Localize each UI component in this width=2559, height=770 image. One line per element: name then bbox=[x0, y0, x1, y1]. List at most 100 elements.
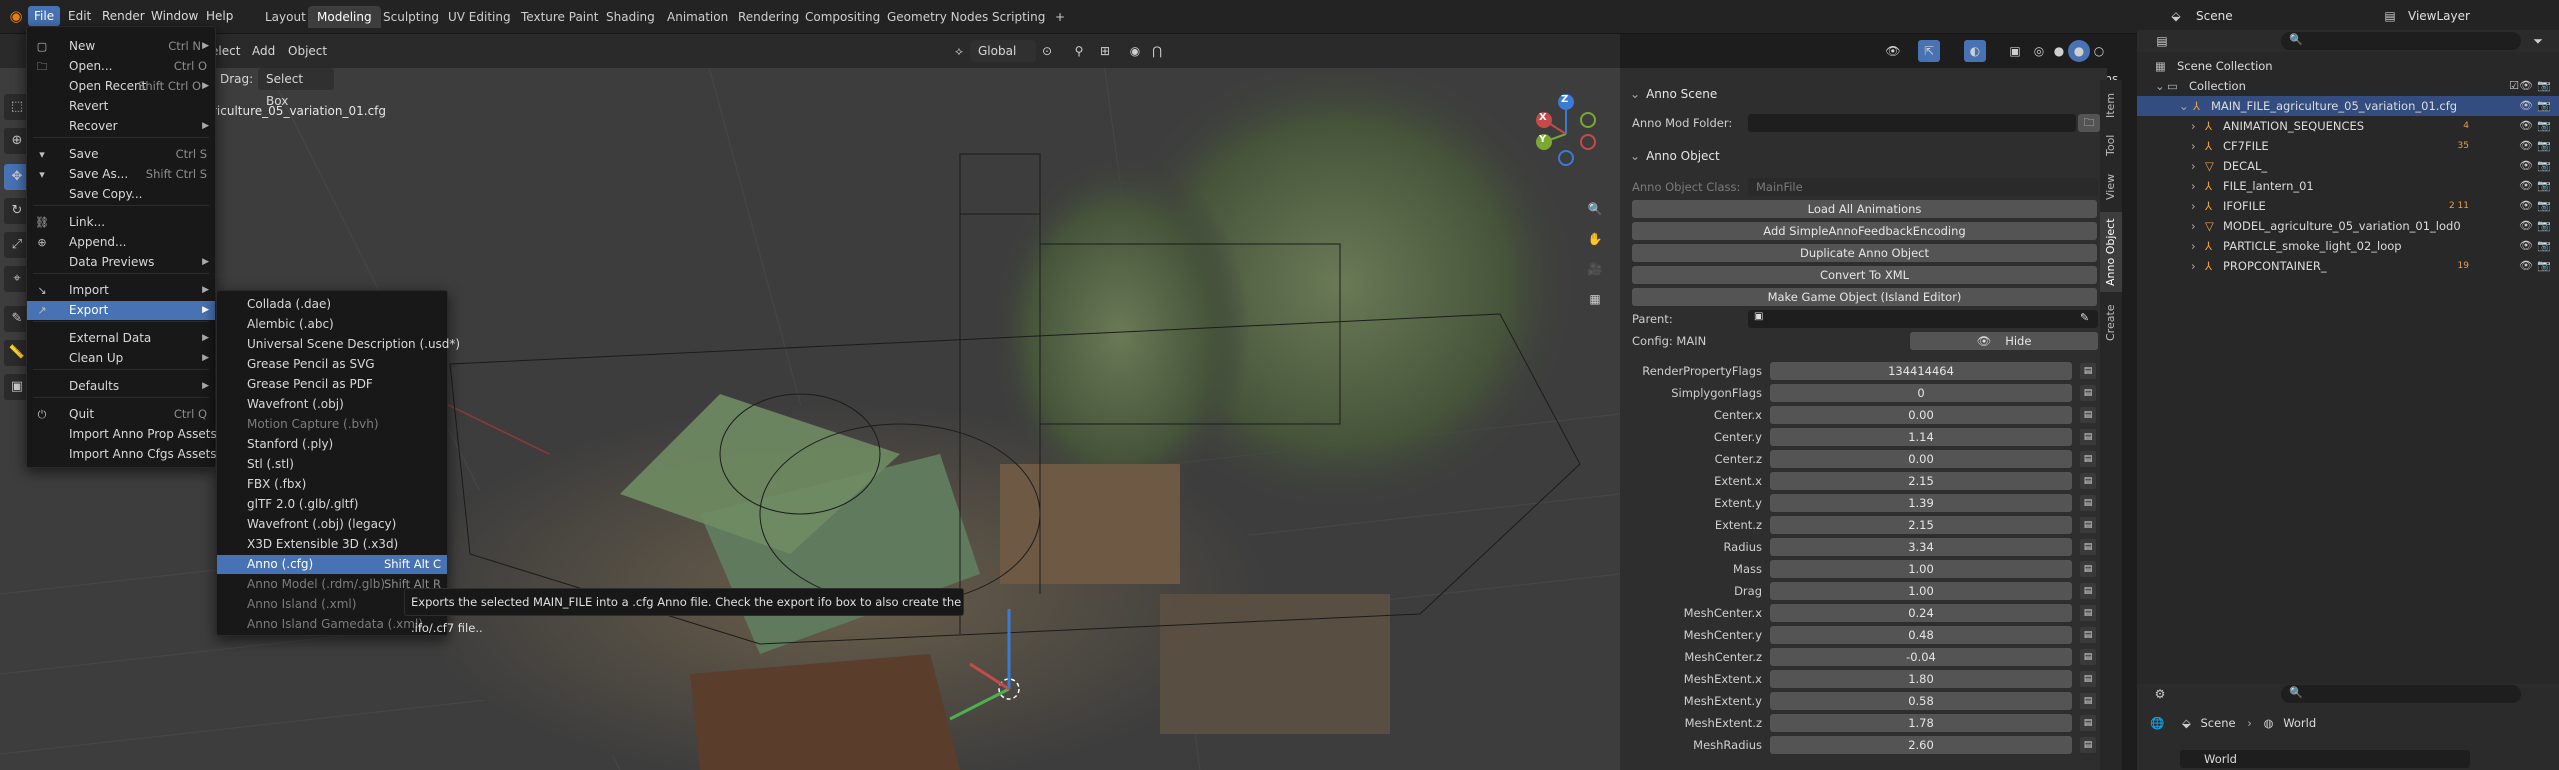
tab-view[interactable]: View bbox=[2100, 170, 2122, 204]
expand-chevron-icon[interactable]: › bbox=[2191, 136, 2196, 156]
export-menu-item-x3d-extensible-3d-x3d[interactable]: X3D Extensible 3D (.x3d) bbox=[217, 535, 447, 554]
expand-chevron-icon[interactable]: › bbox=[2191, 196, 2196, 216]
property-edit-icon[interactable]: ▤ bbox=[2080, 715, 2096, 731]
export-menu-item-stanford-ply[interactable]: Stanford (.ply) bbox=[217, 435, 447, 454]
parent-field[interactable] bbox=[1748, 310, 2098, 328]
tab-geometry-nodes[interactable]: Geometry Nodes bbox=[878, 6, 997, 28]
add-workspace-button[interactable]: + bbox=[1046, 6, 1074, 28]
property-value-field[interactable]: 1.00 bbox=[1770, 560, 2072, 578]
property-edit-icon[interactable]: ▤ bbox=[2080, 561, 2096, 577]
filter-icon[interactable]: ⏷ bbox=[2527, 30, 2549, 52]
scene-icon[interactable]: ⬙ bbox=[2164, 6, 2188, 26]
property-edit-icon[interactable]: ▤ bbox=[2080, 517, 2096, 533]
area-divider[interactable] bbox=[2122, 34, 2137, 770]
export-menu-item-alembic-abc[interactable]: Alembic (.abc) bbox=[217, 315, 447, 334]
menu-window[interactable]: Window bbox=[145, 6, 204, 26]
property-value-field[interactable]: 0.58 bbox=[1770, 692, 2072, 710]
outliner-item[interactable]: › ⅄ PROPCONTAINER_ 19 👁 📷 bbox=[2137, 256, 2559, 276]
property-value-field[interactable]: 0.24 bbox=[1770, 604, 2072, 622]
expand-chevron-icon[interactable]: › bbox=[2191, 256, 2196, 276]
export-menu-item-fbx-fbx[interactable]: FBX (.fbx) bbox=[217, 475, 447, 494]
camera-icon[interactable]: 📷 bbox=[2537, 76, 2551, 96]
snap-target-icon[interactable]: ⊞ bbox=[1094, 40, 1116, 62]
file-menu-item-new[interactable]: ▢ New Ctrl N ▶ bbox=[27, 37, 215, 56]
property-edit-icon[interactable]: ▤ bbox=[2080, 407, 2096, 423]
property-value-field[interactable]: 1.39 bbox=[1770, 494, 2072, 512]
property-value-field[interactable]: 0 bbox=[1770, 384, 2072, 402]
duplicate-anno-object-button[interactable]: Duplicate Anno Object bbox=[1632, 244, 2097, 262]
tab-shading[interactable]: Shading bbox=[597, 6, 664, 28]
camera-icon[interactable]: 📷 bbox=[2537, 96, 2551, 116]
file-menu-item-export[interactable]: ↗ Export ▶ bbox=[27, 301, 215, 320]
expand-chevron-icon[interactable]: › bbox=[2191, 156, 2196, 176]
object-class-field[interactable]: MainFile bbox=[1748, 178, 2098, 196]
property-value-field[interactable]: 1.78 bbox=[1770, 714, 2072, 732]
camera-icon[interactable]: 📷 bbox=[2537, 156, 2551, 176]
world-datablock-field[interactable]: World bbox=[2180, 750, 2470, 768]
outliner-collection[interactable]: ⌄ ▭ Collection ☑ 👁 📷 bbox=[2137, 76, 2559, 96]
menu-help[interactable]: Help bbox=[200, 6, 239, 26]
property-value-field[interactable]: 0.00 bbox=[1770, 450, 2072, 468]
file-menu-item-revert[interactable]: Revert bbox=[27, 97, 215, 116]
property-edit-icon[interactable]: ▤ bbox=[2080, 649, 2096, 665]
property-edit-icon[interactable]: ▤ bbox=[2080, 385, 2096, 401]
file-menu-item-data-previews[interactable]: Data Previews ▶ bbox=[27, 253, 215, 272]
anno-scene-header[interactable]: ⌄ Anno Scene bbox=[1630, 84, 1717, 104]
property-value-field[interactable]: 1.00 bbox=[1770, 582, 2072, 600]
editor-type-icon[interactable]: ▤ bbox=[2151, 30, 2173, 52]
hide-toggle[interactable]: 👁 Hide bbox=[1910, 332, 2098, 350]
convert-to-xml-button[interactable]: Convert To XML bbox=[1632, 266, 2097, 284]
property-edit-icon[interactable]: ▤ bbox=[2080, 451, 2096, 467]
breadcrumb-world[interactable]: World bbox=[2283, 716, 2316, 730]
add-simple-anno-feedback-button[interactable]: Add SimpleAnnoFeedbackEncoding bbox=[1632, 222, 2097, 240]
outliner-scene-collection[interactable]: ▦ Scene Collection bbox=[2137, 56, 2559, 76]
eye-icon[interactable]: 👁 bbox=[2519, 116, 2533, 136]
camera-icon[interactable]: 📷 bbox=[2537, 256, 2551, 276]
gizmo-toggle-icon[interactable]: ⇱ bbox=[1918, 40, 1940, 62]
checkbox-icon[interactable]: ☑ bbox=[2509, 76, 2519, 96]
camera-icon[interactable]: 📷 bbox=[2537, 196, 2551, 216]
export-menu-item-stl-stl[interactable]: Stl (.stl) bbox=[217, 455, 447, 474]
property-value-field[interactable]: 0.00 bbox=[1770, 406, 2072, 424]
export-menu-item-universal-scene-description-usd[interactable]: Universal Scene Description (.usd*) bbox=[217, 335, 460, 354]
outliner-item[interactable]: › ▽ MODEL_agriculture_05_variation_01_lod0… bbox=[2137, 216, 2559, 236]
expand-chevron-icon[interactable]: ⌄ bbox=[2179, 96, 2189, 116]
outliner-item[interactable]: › ⅄ FILE_lantern_01 👁 📷 bbox=[2137, 176, 2559, 196]
make-game-object-button[interactable]: Make Game Object (Island Editor) bbox=[1632, 288, 2097, 306]
tab-modeling[interactable]: Modeling bbox=[308, 6, 381, 28]
export-menu-item-anno-cfg[interactable]: Anno (.cfg) Shift Alt C bbox=[217, 555, 447, 574]
anno-object-header[interactable]: ⌄ Anno Object bbox=[1630, 146, 1720, 166]
folder-browse-icon[interactable]: 🗀 bbox=[2078, 114, 2100, 132]
add-menu[interactable]: Add bbox=[246, 40, 281, 62]
scene-selector[interactable]: Scene bbox=[2190, 6, 2320, 26]
file-menu-item-save[interactable]: ▾ Save Ctrl S bbox=[27, 145, 215, 164]
eye-icon[interactable]: 👁 bbox=[2519, 216, 2533, 236]
file-menu-item-import[interactable]: ↘ Import ▶ bbox=[27, 281, 215, 300]
file-menu-item-defaults[interactable]: Defaults ▶ bbox=[27, 377, 215, 396]
world-tab-icon[interactable]: 🌐 bbox=[2150, 716, 2164, 730]
eye-icon[interactable]: 👁 bbox=[2519, 156, 2533, 176]
export-menu-item-wavefront-obj-legacy[interactable]: Wavefront (.obj) (legacy) bbox=[217, 515, 447, 534]
file-menu-item-append[interactable]: ⊕ Append... bbox=[27, 233, 215, 252]
outliner-item[interactable]: › ⅄ ANIMATION_SEQUENCES 4 👁 📷 bbox=[2137, 116, 2559, 136]
camera-icon[interactable]: 📷 bbox=[2537, 116, 2551, 136]
property-edit-icon[interactable]: ▤ bbox=[2080, 737, 2096, 753]
breadcrumb-scene[interactable]: Scene bbox=[2201, 716, 2236, 730]
file-menu-item-recover[interactable]: Recover ▶ bbox=[27, 117, 215, 136]
property-value-field[interactable]: 2.15 bbox=[1770, 472, 2072, 490]
property-edit-icon[interactable]: ▤ bbox=[2080, 583, 2096, 599]
tab-animation[interactable]: Animation bbox=[658, 6, 737, 28]
menu-render[interactable]: Render bbox=[96, 6, 151, 26]
property-value-field[interactable]: 2.60 bbox=[1770, 736, 2072, 754]
property-value-field[interactable]: 1.80 bbox=[1770, 670, 2072, 688]
eye-icon[interactable]: 👁 bbox=[2519, 256, 2533, 276]
file-menu-item-link[interactable]: ⛓ Link... bbox=[27, 213, 215, 232]
file-menu-item-import-anno-prop-assets[interactable]: Import Anno Prop Assets bbox=[27, 425, 217, 444]
export-menu-item-gltf-2-0-glb-gltf[interactable]: glTF 2.0 (.glb/.gltf) bbox=[217, 495, 447, 514]
export-menu-item-grease-pencil-as-svg[interactable]: Grease Pencil as SVG bbox=[217, 355, 447, 374]
property-value-field[interactable]: 134414464 bbox=[1770, 362, 2072, 380]
camera-icon[interactable]: 📷 bbox=[2537, 236, 2551, 256]
material-shading-icon[interactable]: ● bbox=[2068, 40, 2090, 62]
eye-icon[interactable]: 👁 bbox=[2519, 96, 2533, 116]
tab-item[interactable]: Item bbox=[2100, 88, 2122, 122]
